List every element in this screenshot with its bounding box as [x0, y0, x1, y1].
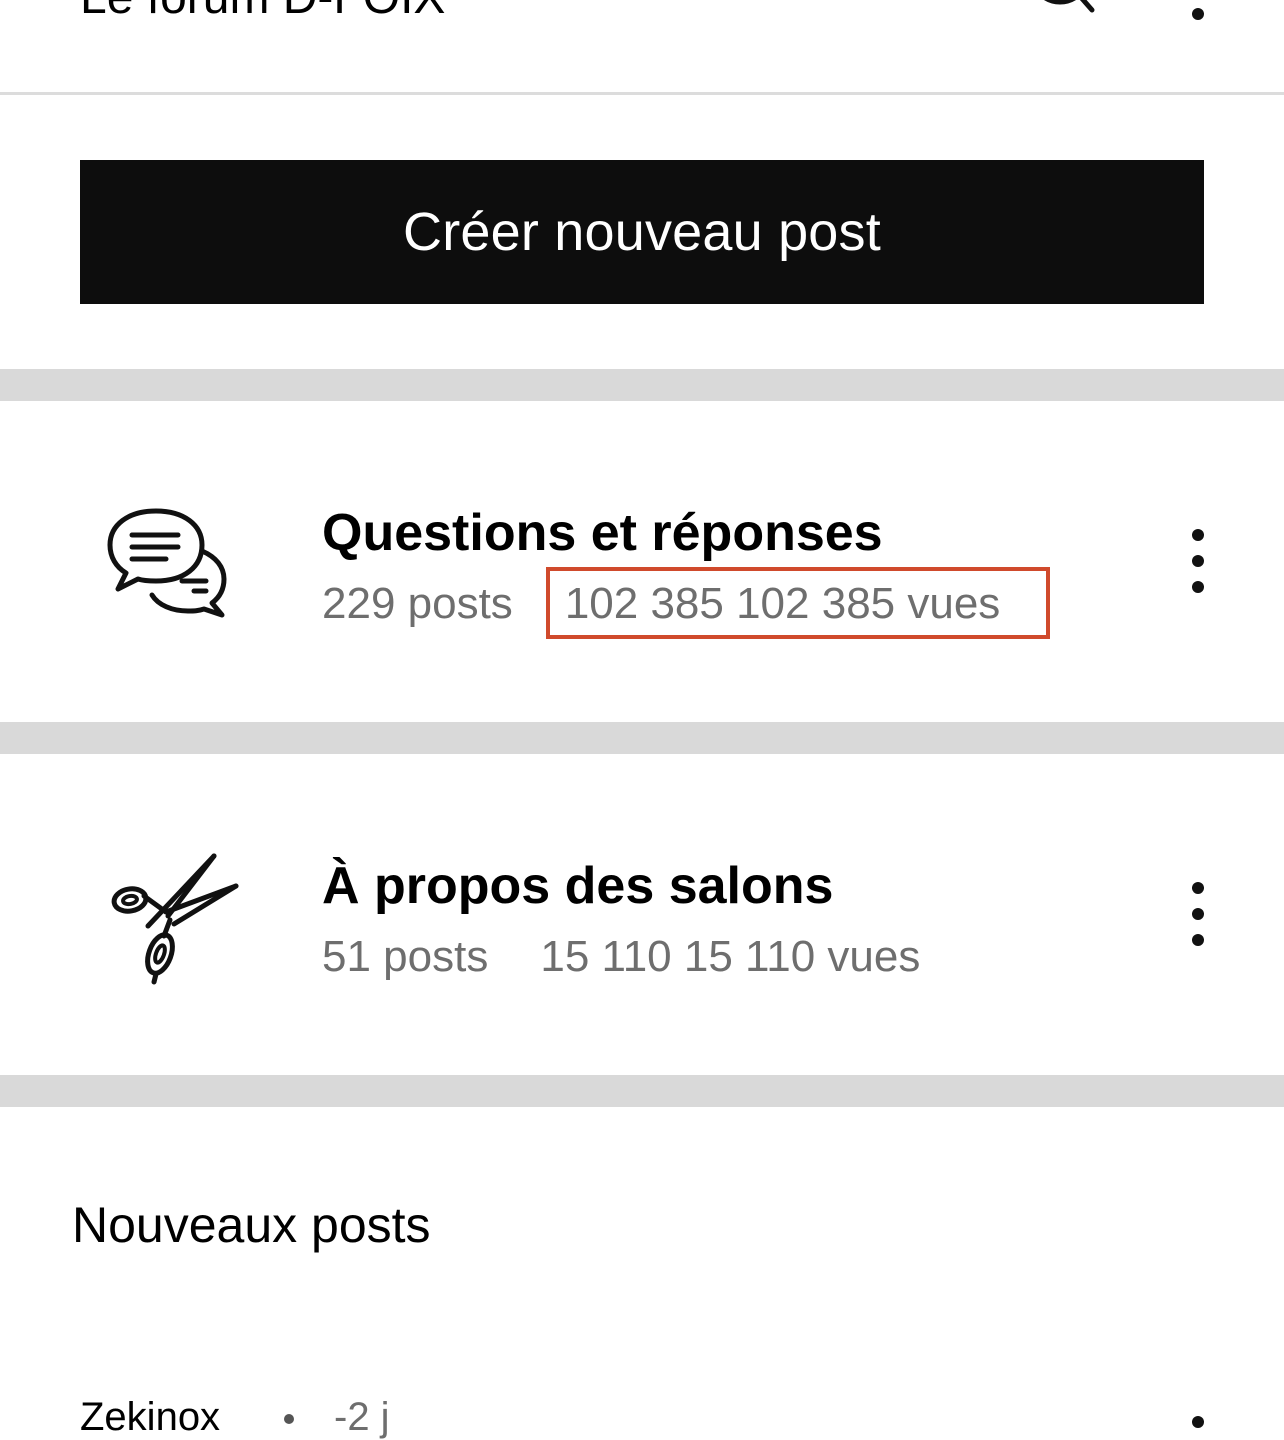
chat-bubbles-icon: [107, 508, 227, 618]
category-title[interactable]: À propos des salons: [322, 856, 833, 916]
posts-count: 229 posts: [322, 579, 513, 628]
section-divider: [0, 722, 1284, 754]
posts-count: 51 posts: [322, 932, 489, 981]
scissors-icon: [111, 853, 239, 985]
views-count: 15 110 15 110 vues: [540, 932, 921, 981]
new-posts-heading: Nouveaux posts: [72, 1197, 431, 1253]
category-title[interactable]: Questions et réponses: [322, 503, 883, 563]
search-icon[interactable]: [1022, 0, 1096, 24]
post-time: -2 j: [334, 1395, 390, 1439]
header-divider: [0, 92, 1284, 95]
section-divider: [0, 1075, 1284, 1107]
category-questions-reponses[interactable]: Questions et réponses 229 posts 102 385 1…: [0, 401, 1284, 722]
more-options-icon[interactable]: [1186, 880, 1210, 952]
category-stats: 51 posts 15 110 15 110 vues: [322, 932, 920, 982]
create-post-button[interactable]: Créer nouveau post: [80, 160, 1204, 304]
separator-dot: [284, 1414, 294, 1424]
forum-title: Le forum D-FOIX: [80, 0, 445, 22]
views-highlight-box: [546, 567, 1050, 639]
section-divider: [0, 369, 1284, 401]
more-options-icon[interactable]: [1190, 1412, 1206, 1428]
category-a-propos-salons[interactable]: À propos des salons 51 posts 15 110 15 11…: [0, 754, 1284, 1075]
post-author[interactable]: Zekinox: [80, 1394, 220, 1440]
more-options-icon[interactable]: [1186, 527, 1210, 599]
more-options-icon[interactable]: [1187, 0, 1209, 30]
